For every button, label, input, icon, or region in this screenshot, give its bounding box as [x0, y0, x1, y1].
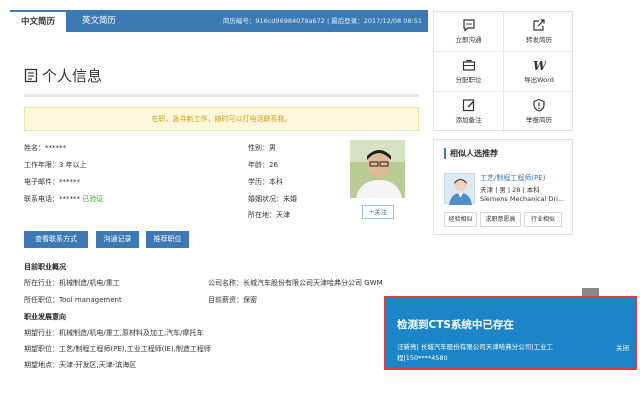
tag-similar-industry[interactable]: 行业相似 [524, 212, 562, 227]
field-marital: 婚姻状况：未婚 [248, 195, 297, 203]
report-resume-action[interactable]: 举报简历 [504, 92, 574, 132]
current-industry: 所在行业：机械制造/机电/重工 [24, 279, 120, 287]
current-job-heading: 目前职业概况 [24, 263, 66, 271]
expected-industry: 期望行业：机械制造/机电/重工,原材料及加工,汽车/摩托车 [24, 329, 204, 337]
expected-position: 期望职位：工艺/制程工程师(PE),工业工程师(IE),制造工程师 [24, 345, 211, 353]
edit-note-icon [462, 99, 474, 112]
resume-panel: 中文简历 英文简历 简历编号：916cd96984079a672 | 最后登录：… [10, 10, 428, 370]
chat-now-label: 立即沟通 [455, 36, 482, 44]
export-word-action[interactable]: W 导出Word [504, 52, 574, 92]
popup-body[interactable]: 汪新亮| 长城汽车股份有限公司天津哈弗分公司|工业工程|150****4580 [397, 342, 602, 364]
field-education: 学历：本科 [248, 178, 283, 186]
current-company: 公司名称：长城汽车股份有限公司天津哈弗分公司 GWM [208, 279, 383, 287]
briefcase-icon [462, 59, 475, 71]
view-contact-button[interactable]: 查看联系方式 [24, 231, 88, 248]
add-note-action[interactable]: 添加备注 [434, 92, 504, 132]
candidate-avatar-icon [444, 173, 475, 205]
current-salary: 目前薪资：保密 [208, 296, 257, 304]
tab-chinese-resume[interactable]: 中文简历 [10, 10, 66, 32]
tag-high-intent[interactable]: 求职意愿高 [480, 212, 521, 227]
title-divider [24, 94, 419, 97]
popup-title: 检测到CTS系统中已存在 [397, 319, 514, 331]
resume-meta: 简历编号：916cd96984079a672 | 最后登录：2017/12/08… [222, 17, 422, 25]
assign-job-action[interactable]: 分配职位 [434, 52, 504, 92]
report-resume-label: 举报简历 [526, 116, 552, 124]
field-gender: 性别：男 [248, 144, 276, 152]
section-title: 个人信息 [24, 65, 102, 86]
export-word-label: 导出Word [524, 76, 554, 84]
similar-candidates-title: 相似人选推荐 [444, 148, 498, 159]
similar-candidate-name[interactable]: 工艺/制程工程师(PE) [480, 173, 545, 183]
expected-location: 期望地点：天津-开发区,天津-滨海区 [24, 361, 137, 369]
current-position: 所任职位：Tool management [24, 296, 122, 304]
tab-english-resume[interactable]: 英文简历 [68, 10, 130, 32]
word-icon: W [533, 59, 546, 72]
popup-close-button[interactable]: 关闭 [616, 342, 629, 352]
action-grid: 立即沟通 转发简历 分配职位 W 导出Word 添加备注 举报简历 [433, 11, 574, 132]
forward-icon [533, 19, 545, 31]
resume-page: 中文简历 英文简历 简历编号：916cd96984079a672 | 最后登录：… [0, 0, 640, 400]
add-note-label: 添加备注 [455, 116, 482, 124]
field-phone: 联系电话：****** 已验证 [24, 194, 103, 204]
chat-icon [462, 19, 475, 32]
field-age: 年龄：26 [248, 161, 278, 169]
follow-button[interactable]: +关注 [362, 205, 394, 219]
communication-record-button[interactable]: 沟通记录 [96, 231, 139, 248]
similar-candidate-info: 天津 | 男 | 28 | 本科 [480, 186, 540, 194]
career-intent-heading: 职业发展意向 [24, 313, 66, 321]
tab-bar: 中文简历 英文简历 简历编号：916cd96984079a672 | 最后登录：… [10, 10, 428, 32]
candidate-photo [350, 140, 405, 198]
profile-document-icon [24, 68, 38, 83]
similar-candidate-company: Siemens Mechanical Dri... [480, 195, 565, 203]
forward-resume-action[interactable]: 转发简历 [504, 12, 574, 52]
forward-resume-label: 转发简历 [526, 36, 552, 44]
phone-verified-badge: 已验证 [82, 195, 104, 203]
svg-text:W: W [533, 59, 546, 72]
chat-now-action[interactable]: 立即沟通 [434, 12, 504, 52]
field-email: 电子邮件：****** [24, 178, 80, 186]
field-name: 姓名：****** [24, 144, 66, 152]
field-location: 所在地：天津 [248, 211, 290, 219]
recommend-job-button[interactable]: 推荐职位 [146, 231, 189, 248]
field-phone-label: 联系电话：****** [24, 195, 80, 203]
tag-similar-experience[interactable]: 经验相似 [444, 212, 477, 227]
cts-duplicate-popup: 检测到CTS系统中已存在 汪新亮| 长城汽车股份有限公司天津哈弗分公司|工业工程… [384, 296, 637, 370]
similar-candidates-card: 相似人选推荐 工艺/制程工程师(PE) 天津 | 男 | 28 | 本科 Sie… [433, 139, 573, 235]
field-experience: 工作年限：3 年以上 [24, 161, 87, 169]
job-seeking-notice: 在职，急寻新工作，随时可以打电话联系我。 [24, 107, 419, 131]
assign-job-label: 分配职位 [455, 76, 482, 84]
report-icon [533, 98, 545, 112]
section-title-text: 个人信息 [42, 67, 103, 85]
